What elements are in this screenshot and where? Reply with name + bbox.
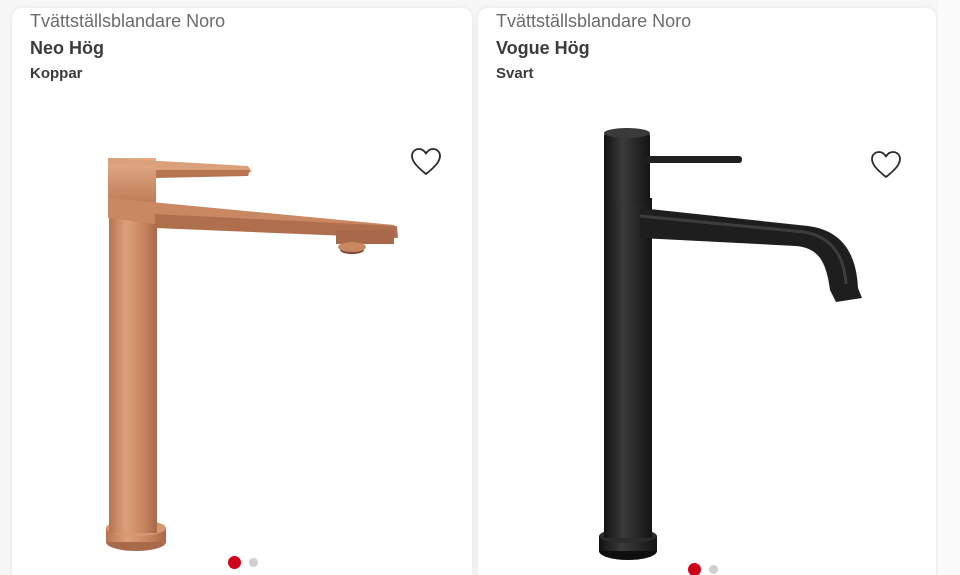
product-card-neo-hog[interactable]: Tvättställsblandare Noro Neo Hög Koppar: [12, 8, 472, 575]
carousel-dot-2[interactable]: [709, 565, 718, 574]
product-name[interactable]: Neo Hög: [30, 38, 104, 59]
carousel-dot-1[interactable]: [228, 556, 241, 569]
black-faucet-image[interactable]: [478, 98, 936, 568]
product-brand: Tvättställsblandare Noro: [30, 11, 226, 31]
product-grid: Tvättställsblandare Noro Neo Hög Koppar: [0, 0, 960, 575]
carousel-dots: [228, 556, 258, 569]
product-finish: Koppar: [30, 65, 83, 82]
next-card-edge: [938, 0, 960, 575]
product-card-vogue-hog[interactable]: Tvättställsblandare Noro Vogue Hög Svart: [478, 8, 936, 575]
product-finish: Svart: [496, 65, 534, 82]
carousel-dot-1[interactable]: [688, 563, 701, 575]
copper-faucet-image[interactable]: [12, 98, 472, 568]
carousel-dot-2[interactable]: [249, 558, 258, 567]
carousel-dots: [688, 563, 718, 575]
product-name[interactable]: Vogue Hög: [496, 38, 590, 59]
product-brand: Tvättställsblandare Noro: [496, 11, 692, 31]
